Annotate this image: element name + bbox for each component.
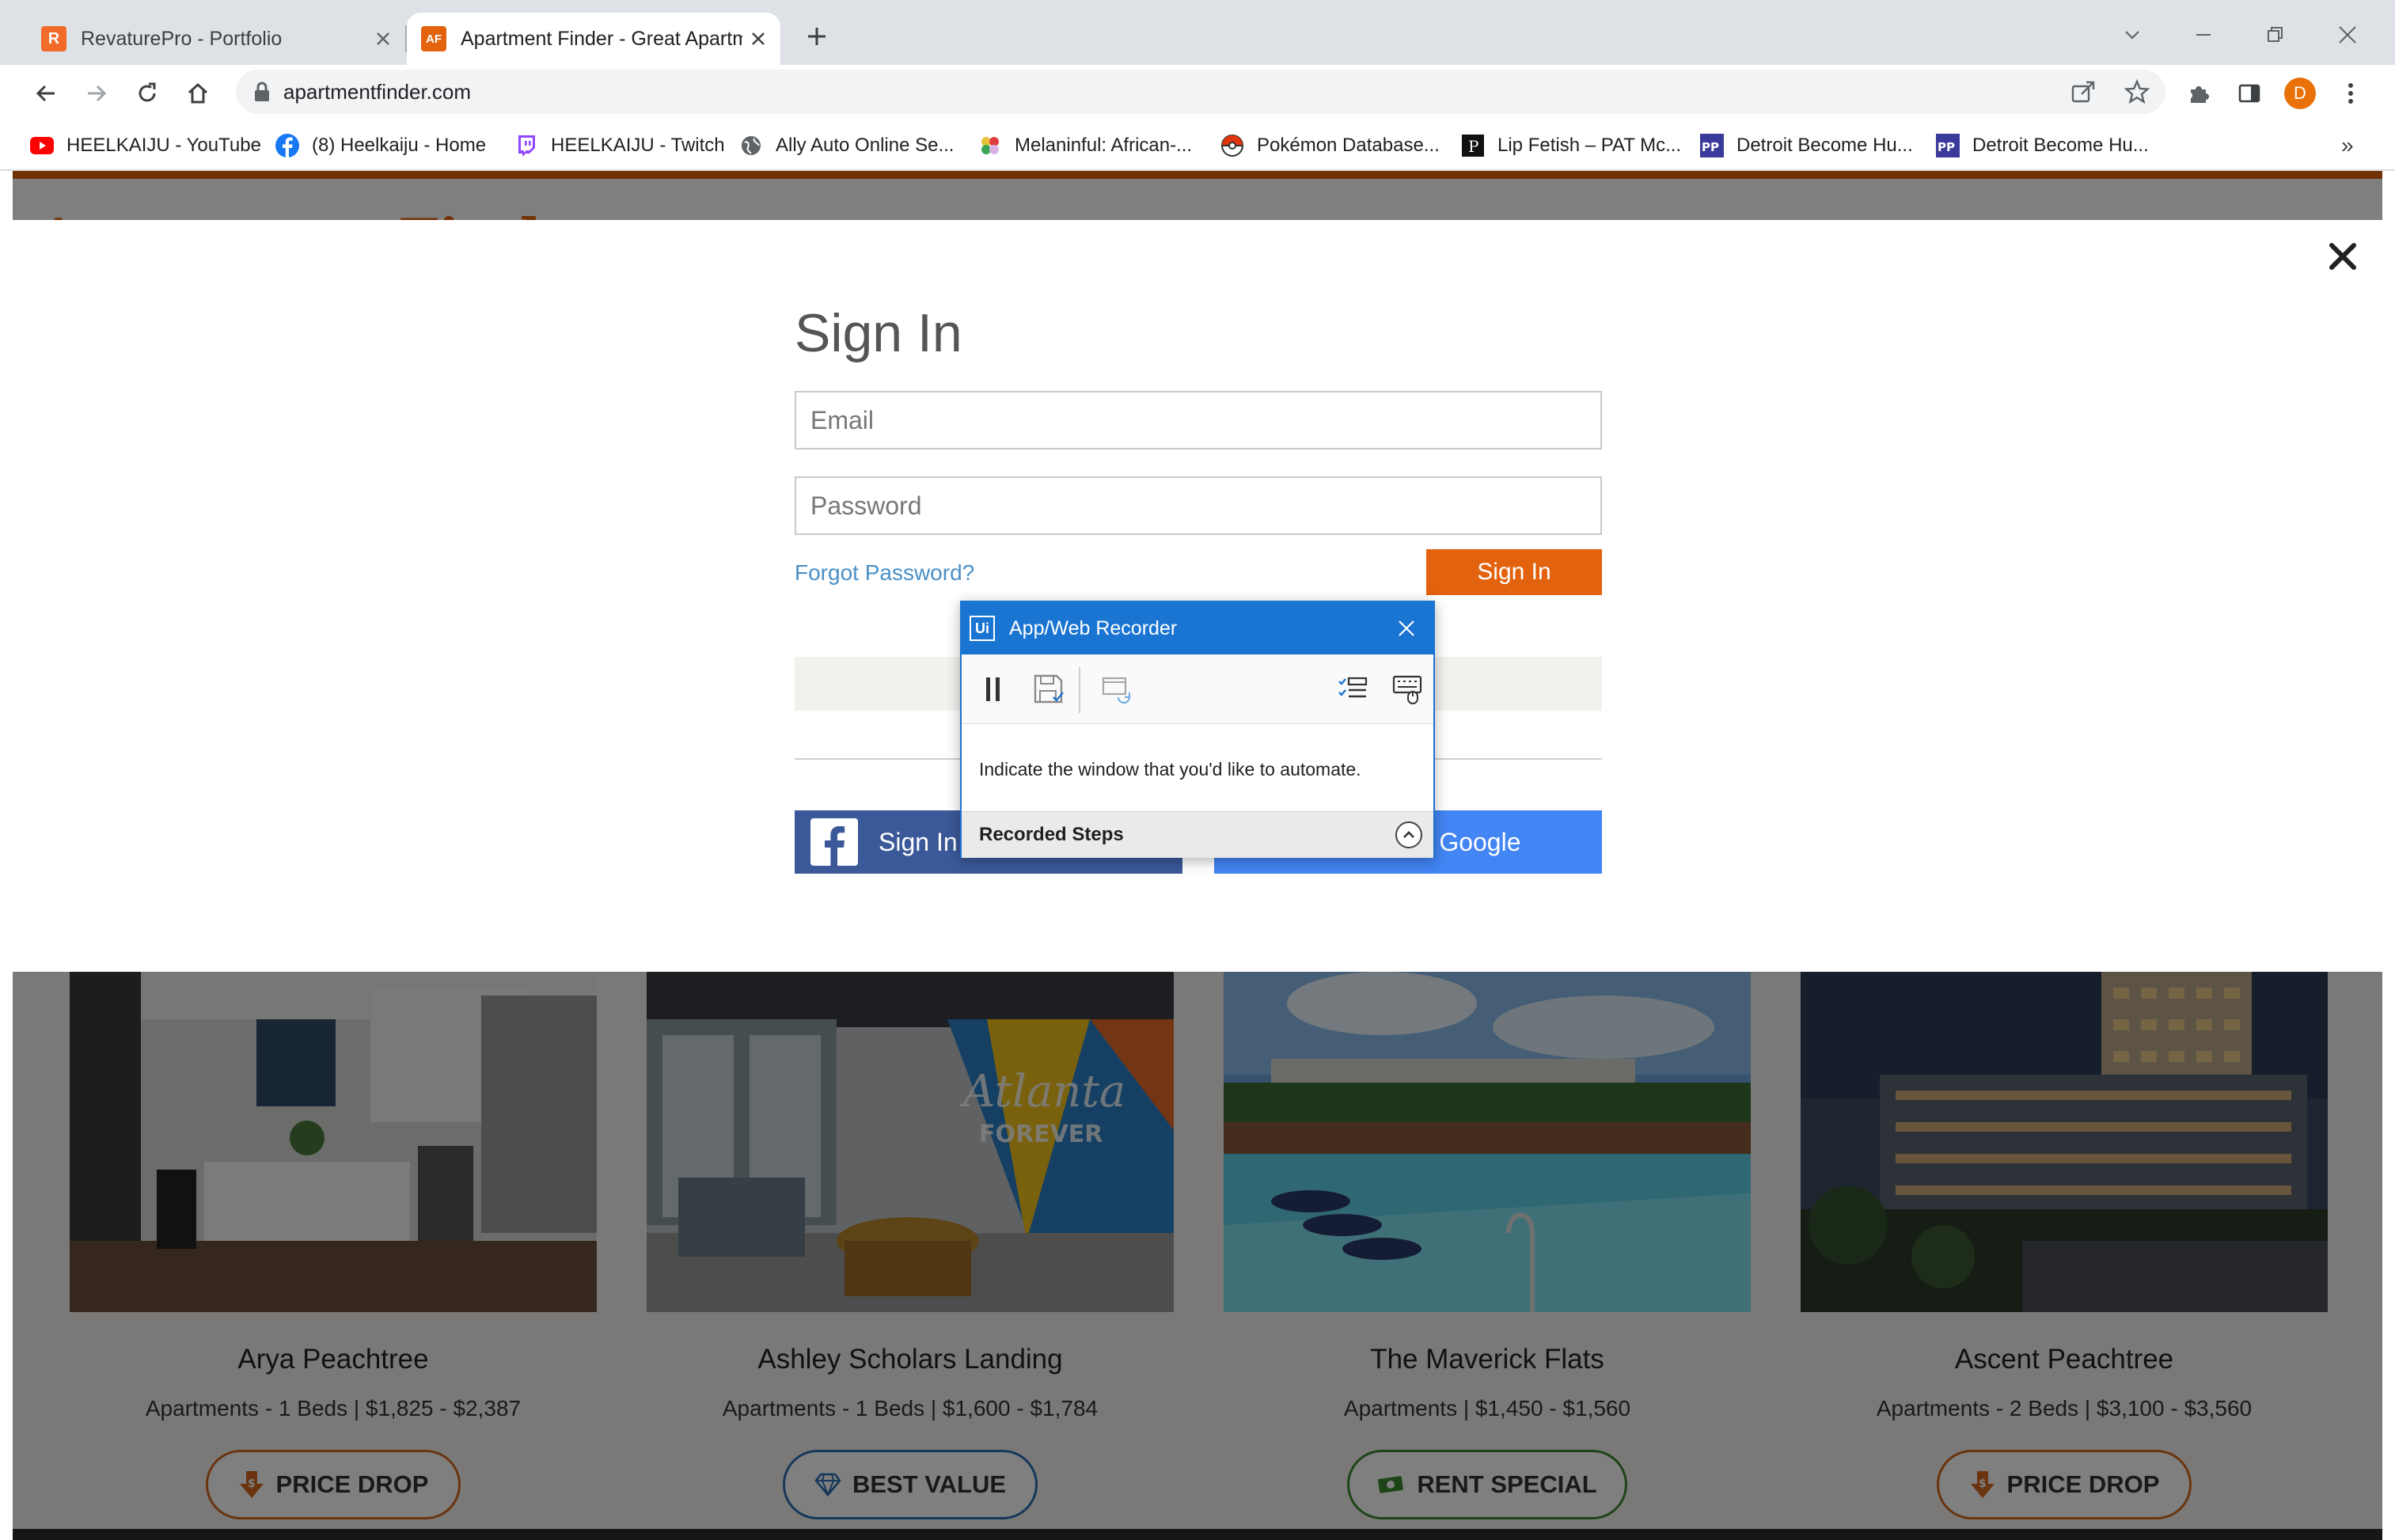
save-and-exit-icon[interactable]: [1030, 670, 1068, 708]
close-window-icon[interactable]: [2329, 17, 2367, 52]
youtube-icon: [30, 134, 54, 157]
bookmark-ally[interactable]: Ally Auto Online Se...: [739, 131, 954, 160]
bookmark-label: HEELKAIJU - YouTube: [66, 135, 261, 156]
twitch-icon: [514, 134, 538, 157]
tab-strip: R RevaturePro - Portfolio AF Apartment F…: [0, 0, 2395, 65]
p-icon: P: [1461, 134, 1485, 157]
new-tab-plus-icon[interactable]: [799, 19, 834, 54]
email-field[interactable]: [795, 391, 1602, 449]
share-icon[interactable]: [2070, 80, 2096, 104]
tab-title: Apartment Finder - Great Apartm: [461, 27, 742, 50]
bookmarks-bar: HEELKAIJU - YouTube (8) Heelkaiju - Home…: [0, 120, 2395, 171]
tab-title: RevaturePro - Portfolio: [81, 27, 283, 50]
tab-search-chevron-icon[interactable]: [2115, 17, 2150, 52]
recorder-close-icon[interactable]: [1384, 606, 1429, 651]
extensions-puzzle-icon[interactable]: [2181, 76, 2216, 111]
sign-in-button[interactable]: Sign In: [1426, 549, 1602, 595]
url-text[interactable]: apartmentfinder.com: [283, 80, 471, 104]
app-web-recorder-window[interactable]: Ui App/Web Recorder Indicate the window …: [960, 601, 1435, 858]
address-bar[interactable]: apartmentfinder.com: [236, 70, 2165, 114]
bookmark-melaninful[interactable]: Melaninful: African-...: [978, 131, 1192, 160]
bookmark-label: Detroit Become Hu...: [1972, 135, 2149, 156]
recorder-toolbar: [962, 654, 1433, 724]
tab-close-icon[interactable]: [742, 23, 774, 55]
pp-icon: PP: [1700, 134, 1724, 157]
pp-icon: PP: [1936, 134, 1960, 157]
bookmark-label: Lip Fetish – PAT Mc...: [1497, 135, 1682, 156]
kebab-menu-icon[interactable]: [2333, 76, 2368, 111]
facebook-logo-icon: [810, 818, 858, 866]
bookmark-label: Melaninful: African-...: [1015, 135, 1193, 156]
modal-close-icon[interactable]: [2321, 234, 2365, 279]
bookmark-label: (8) Heelkaiju - Home: [312, 135, 487, 156]
recorder-title: App/Web Recorder: [1009, 616, 1178, 639]
email-input[interactable]: [796, 393, 1600, 448]
back-arrow-icon[interactable]: [28, 76, 63, 111]
recorded-steps-header[interactable]: Recorded Steps: [962, 811, 1433, 858]
tab-close-icon[interactable]: [367, 23, 399, 55]
profile-avatar[interactable]: D: [2283, 76, 2317, 111]
bookmark-star-icon[interactable]: [2124, 79, 2150, 104]
toolbar-separator: [1079, 667, 1080, 713]
globe-icon: [739, 134, 763, 157]
bookmark-label: Pokémon Database...: [1257, 135, 1440, 156]
bookmarks-overflow-button[interactable]: »: [2341, 131, 2354, 160]
forgot-password-link[interactable]: Forgot Password?: [795, 560, 974, 586]
bookmark-pokemon[interactable]: Pokémon Database...: [1220, 131, 1440, 160]
options-list-icon[interactable]: [1334, 670, 1372, 708]
reload-icon[interactable]: [130, 76, 165, 111]
bookmark-lip-fetish[interactable]: P Lip Fetish – PAT Mc...: [1461, 131, 1681, 160]
expand-chevron-up-icon[interactable]: [1395, 821, 1422, 848]
sign-in-modal: Sign In Forgot Password? Sign In Sign In…: [13, 220, 2382, 972]
tab-revaturepro[interactable]: R RevaturePro - Portfolio: [27, 13, 405, 65]
password-input[interactable]: [796, 478, 1600, 533]
recorder-instruction: Indicate the window that you'd like to a…: [979, 759, 1361, 779]
apartmentfinder-favicon-icon: AF: [421, 26, 446, 51]
change-window-icon[interactable]: [1098, 670, 1136, 708]
bookmark-detroit-2[interactable]: PP Detroit Become Hu...: [1936, 131, 2149, 160]
bookmark-label: Detroit Become Hu...: [1736, 135, 1913, 156]
bookmarks-overflow-label: »: [2341, 133, 2354, 157]
forward-arrow-icon[interactable]: [79, 76, 114, 111]
profile-initial: D: [2284, 78, 2316, 109]
bookmark-detroit-1[interactable]: PP Detroit Become Hu...: [1700, 131, 1913, 160]
password-field[interactable]: [795, 476, 1602, 535]
home-icon[interactable]: [180, 76, 215, 111]
bookmark-youtube[interactable]: HEELKAIJU - YouTube: [30, 131, 261, 160]
bookmark-twitch[interactable]: HEELKAIJU - Twitch: [514, 131, 725, 160]
tab-apartment-finder[interactable]: AF Apartment Finder - Great Apartm: [407, 13, 780, 65]
input-method-keyboard-icon[interactable]: [1389, 670, 1427, 708]
uipath-logo-icon: Ui: [970, 616, 995, 641]
flower-icon: [978, 134, 1002, 157]
bookmark-facebook[interactable]: (8) Heelkaiju - Home: [275, 131, 486, 160]
bookmark-label: Ally Auto Online Se...: [776, 135, 955, 156]
pokeball-icon: [1220, 134, 1244, 157]
bookmark-label: HEELKAIJU - Twitch: [551, 135, 725, 156]
minimize-icon[interactable]: [2184, 17, 2222, 52]
svg-text:PP: PP: [1702, 140, 1719, 154]
recorder-title-bar[interactable]: Ui App/Web Recorder: [962, 602, 1433, 654]
svg-text:P: P: [1468, 137, 1478, 156]
facebook-icon: [275, 134, 299, 157]
lock-icon[interactable]: [253, 82, 271, 102]
sign-in-title: Sign In: [795, 303, 962, 363]
side-panel-icon[interactable]: [2232, 76, 2267, 111]
revature-favicon-icon: R: [41, 26, 66, 51]
pause-icon[interactable]: [974, 670, 1012, 708]
browser-toolbar: apartmentfinder.com D: [0, 65, 2395, 120]
recorded-steps-label: Recorded Steps: [979, 824, 1124, 845]
restore-window-icon[interactable]: [2256, 17, 2294, 52]
recorder-message-area: Indicate the window that you'd like to a…: [962, 724, 1433, 811]
svg-text:PP: PP: [1938, 140, 1955, 154]
